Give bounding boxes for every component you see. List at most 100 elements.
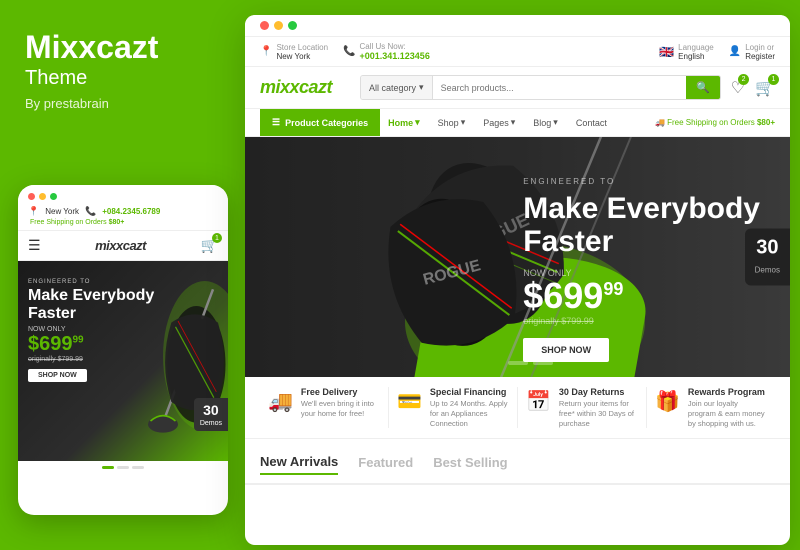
nav-pages[interactable]: Pages ▾	[475, 109, 523, 136]
search-category-dropdown[interactable]: All category ▾	[361, 76, 433, 99]
feature-icon-3: 🎁	[655, 389, 680, 414]
hero-dot-3[interactable]	[533, 361, 553, 365]
brand-by: By prestabrain	[25, 96, 220, 111]
mobile-demos-number: 30	[200, 402, 222, 418]
tab-new-arrivals[interactable]: New Arrivals	[260, 454, 338, 475]
mobile-original-price: originally $799.99	[28, 356, 154, 363]
mobile-demos-label: Demos	[200, 420, 222, 427]
product-categories-button[interactable]: ☰ Product Categories	[260, 109, 380, 136]
mobile-now-only: NOW ONLY	[28, 326, 154, 333]
desktop-dot-yellow	[274, 21, 283, 30]
nav-links: Home ▾ Shop ▾ Pages ▾ Blog ▾ Contact	[380, 109, 615, 136]
feature-item-1: 💳 Special Financing Up to 24 Months. App…	[389, 387, 518, 428]
nav-home[interactable]: Home ▾	[380, 109, 428, 136]
feature-title-1: Special Financing	[430, 387, 509, 397]
cart-badge: 1	[768, 74, 779, 85]
mobile-shop-button[interactable]: SHOP NOW	[28, 369, 87, 382]
mobile-demos-badge: 30 Demos	[194, 398, 228, 431]
header-icons: ♡ 2 🛒 1	[731, 78, 775, 98]
hero-demos-label: Demos	[755, 266, 780, 275]
cart-icon[interactable]: 🛒 1	[755, 78, 775, 98]
hero-slider-dots	[483, 361, 553, 365]
mobile-engineered: ENGINEERED TO	[28, 279, 154, 285]
phone-icon: 📞	[85, 206, 96, 217]
wishlist-icon[interactable]: ♡ 2	[731, 78, 745, 98]
flag-icon: 🇬🇧	[659, 45, 674, 59]
nav-shipping: 🚚 Free Shipping on Orders $80+	[655, 118, 775, 127]
chevron-icon: ▾	[415, 117, 420, 128]
mobile-nav: ☰ mixxcazt 🛒 1	[18, 231, 228, 261]
feature-icon-0: 🚚	[268, 389, 293, 414]
nav-blog[interactable]: Blog ▾	[525, 109, 566, 136]
mobile-brand-logo: mixxcazt	[95, 238, 146, 253]
tab-best-selling[interactable]: Best Selling	[433, 455, 507, 474]
login-text: Login or	[745, 43, 775, 52]
brand-name: Mixxcazt	[25, 30, 220, 65]
store-location: 📍 Store Location New York	[260, 43, 328, 61]
desktop-window-bar	[245, 15, 790, 37]
tab-featured[interactable]: Featured	[358, 455, 413, 474]
hero-demos-number: 30	[755, 237, 780, 260]
mobile-location: New York	[45, 207, 79, 216]
language-value: English	[678, 52, 714, 61]
feature-icon-2: 📅	[526, 389, 551, 414]
hero-shop-button[interactable]: SHOP NOW	[523, 338, 609, 362]
call-label: Call Us Now:	[360, 42, 430, 51]
hamburger-icon[interactable]: ☰	[28, 237, 41, 254]
store-value: New York	[276, 52, 328, 61]
mobile-dot-red	[28, 193, 35, 200]
feature-title-2: 30 Day Returns	[559, 387, 638, 397]
menu-icon: ☰	[272, 117, 280, 128]
hero-demos-badge: 30 Demos	[745, 229, 790, 286]
mobile-slider-dot-1[interactable]	[102, 466, 114, 469]
hero-text: ENGINEERED TO Make Everybody Faster NOW …	[523, 177, 760, 362]
feature-item-0: 🚚 Free Delivery We'll even bring it into…	[260, 387, 389, 428]
search-button[interactable]: 🔍	[686, 76, 720, 99]
search-input[interactable]	[433, 76, 686, 99]
mobile-hero: ENGINEERED TO Make Everybody Faster NOW …	[18, 261, 228, 461]
desktop-header: mixxcazt All category ▾ 🔍 ♡ 2 🛒 1	[245, 67, 790, 109]
feature-desc-2: Return your items for free* within 30 Da…	[559, 399, 638, 428]
feature-desc-1: Up to 24 Months. Apply for an Appliances…	[430, 399, 509, 428]
login-info: 👤 Login or Register	[729, 43, 775, 61]
store-label: Store Location	[276, 43, 328, 52]
user-icon: 👤	[729, 46, 741, 57]
feature-item-3: 🎁 Rewards Program Join our loyalty progr…	[647, 387, 775, 428]
feature-item-2: 📅 30 Day Returns Return your items for f…	[518, 387, 647, 428]
search-icon: 🔍	[696, 81, 710, 94]
mobile-dot-green	[50, 193, 57, 200]
hero-dot-2[interactable]	[508, 361, 528, 365]
mobile-slider-dots	[18, 461, 228, 474]
mobile-cart-badge: 1	[212, 233, 222, 243]
feature-icon-1: 💳	[397, 389, 422, 414]
desktop-hero: ROGUE ROGUE ENGINEERED TO Make Everybody…	[245, 137, 790, 377]
mobile-cart-icon[interactable]: 🛒 1	[201, 237, 218, 254]
features-bar: 🚚 Free Delivery We'll even bring it into…	[245, 377, 790, 439]
desktop-dot-green	[288, 21, 297, 30]
mobile-headline: Make Everybody Faster	[28, 287, 154, 322]
chevron-down-icon: ▾	[419, 82, 424, 93]
feature-desc-0: We'll even bring it into your home for f…	[301, 399, 380, 419]
desktop-mockup: 📍 Store Location New York 📞 Call Us Now:…	[245, 15, 790, 545]
phone-icon: 📞	[343, 46, 355, 57]
desktop-info-bar: 📍 Store Location New York 📞 Call Us Now:…	[245, 37, 790, 67]
feature-title-0: Free Delivery	[301, 387, 380, 397]
mobile-mockup: 📍 New York 📞 +084.2345.6789 Free Shippin…	[18, 185, 228, 515]
hero-dot-1[interactable]	[483, 361, 503, 365]
language-label: Language	[678, 43, 714, 52]
hero-headline: Make Everybody Faster	[523, 192, 760, 258]
mobile-slider-dot-2[interactable]	[117, 466, 129, 469]
search-bar[interactable]: All category ▾ 🔍	[360, 75, 721, 100]
desktop-logo: mixxcazt	[260, 77, 350, 98]
categories-label: Product Categories	[285, 118, 368, 128]
nav-shop[interactable]: Shop ▾	[430, 109, 474, 136]
nav-contact[interactable]: Contact	[568, 110, 615, 136]
wishlist-badge: 2	[738, 74, 749, 85]
mobile-slider-dot-3[interactable]	[132, 466, 144, 469]
location-icon: 📍	[260, 46, 272, 57]
chevron-icon: ▾	[461, 117, 466, 128]
mobile-shipping-amount: $80+	[109, 219, 125, 226]
mobile-top-bar: 📍 New York 📞 +084.2345.6789 Free Shippin…	[18, 185, 228, 231]
brand-theme: Theme	[25, 67, 220, 90]
desktop-dot-red	[260, 21, 269, 30]
